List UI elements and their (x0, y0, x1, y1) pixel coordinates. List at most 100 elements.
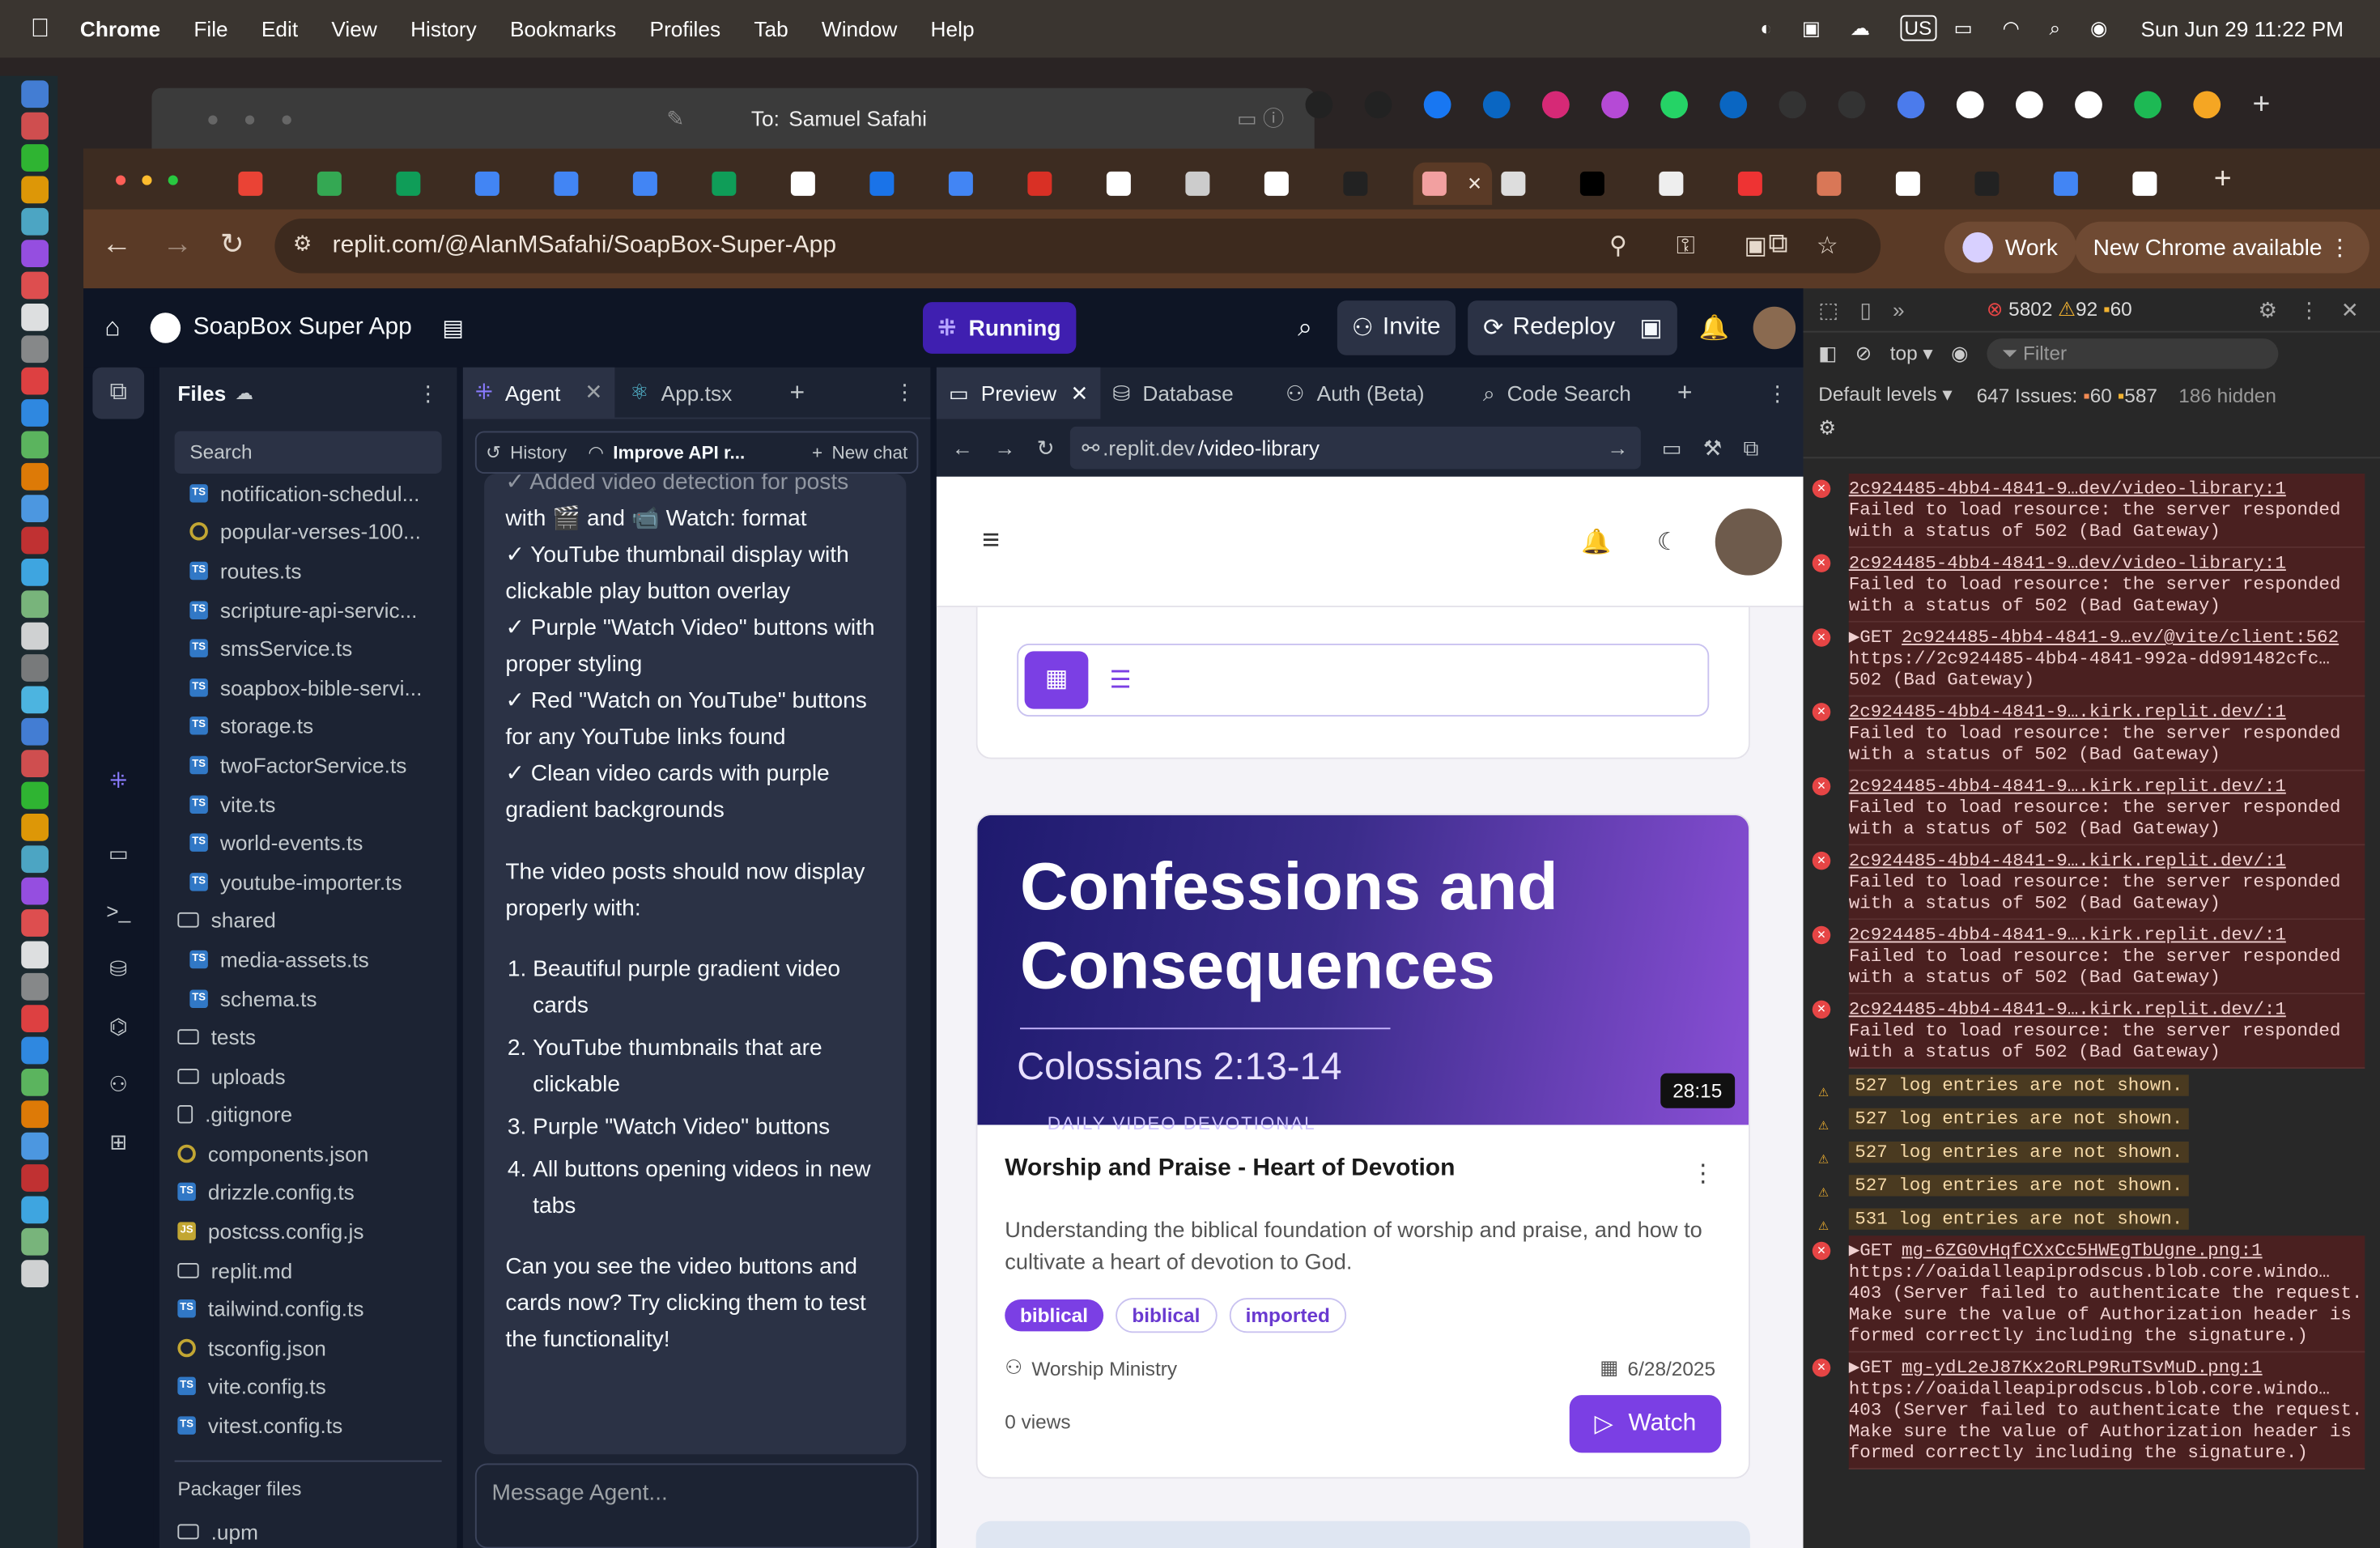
files-tool-icon[interactable]: ⧉ (92, 367, 145, 419)
inspect-icon[interactable]: ⬚ (1818, 297, 1838, 323)
avatar[interactable] (1753, 306, 1796, 350)
browser-tab[interactable] (228, 163, 308, 206)
browser-tab[interactable] (1649, 163, 1728, 206)
console-error[interactable]: ✕ 2c924485-4bb4-4841-9….kirk.replit.dev/:… (1812, 845, 2365, 921)
chrome-update-button[interactable]: New Chrome available ⋮ (2075, 221, 2369, 274)
clear-console-icon[interactable]: ⊘ (1855, 341, 1872, 365)
menu-item[interactable]: View (331, 17, 376, 41)
video-title[interactable]: Worship and Praise - Heart of Devotion (1005, 1155, 1455, 1183)
dock-app-icon[interactable] (21, 1132, 49, 1160)
bg-tab-icon[interactable] (1305, 91, 1333, 119)
dock-app-icon[interactable] (21, 877, 49, 905)
menu-item[interactable]: Tab (754, 17, 788, 41)
file-row[interactable]: replit.md (159, 1251, 457, 1290)
browser-tab[interactable] (939, 163, 1018, 206)
source-link[interactable]: mg-6ZG0vHqfCXxCc5HWEgTbUgne.png:1 (1902, 1240, 2263, 1261)
dock-app-icon[interactable] (21, 240, 49, 267)
dock-app-icon[interactable] (21, 1100, 49, 1129)
dock-app-icon[interactable] (21, 1196, 49, 1224)
file-row[interactable]: tests (159, 1018, 457, 1057)
agent-tool-icon[interactable]: ⁜ (104, 768, 132, 796)
dock-app-icon[interactable] (21, 367, 49, 395)
new-tab-button[interactable]: + (2214, 162, 2232, 197)
bg-tab-icon[interactable] (2016, 91, 2043, 119)
console-error[interactable]: ✕ 2c924485-4bb4-4841-9….kirk.replit.dev/:… (1812, 771, 2365, 846)
new-tab-icon[interactable]: + (2253, 87, 2271, 122)
browser-tab[interactable] (2123, 163, 2202, 206)
menu-item[interactable]: File (193, 17, 227, 41)
tab-preview[interactable]: ▭ Preview ✕ (936, 367, 1101, 419)
profile-button[interactable]: Work (1944, 221, 2076, 274)
preview-url[interactable]: ⚯ .replit.dev /video-library → (1069, 426, 1641, 470)
console-error[interactable]: ✕ ▶GET mg-ydL2eJ87Kx2oRLP9RuTSvMuD.png:1 ht… (1812, 1352, 2365, 1469)
shell-tool-icon[interactable]: >_ (104, 899, 132, 926)
home-icon[interactable]: ⌂ (104, 313, 120, 343)
browser-tab[interactable] (1333, 163, 1413, 206)
browser-tab[interactable] (1491, 163, 1570, 206)
bg-tab-icon[interactable] (1423, 91, 1451, 119)
browser-tab[interactable] (1175, 163, 1255, 206)
file-row[interactable]: TS scripture-api-servic... (159, 590, 457, 629)
auth-tool-icon[interactable]: ⚇ (104, 1072, 132, 1099)
invite-button[interactable]: ⚇ Invite (1336, 300, 1456, 355)
app-menu-icon[interactable]: ▤ (442, 314, 464, 342)
browser-tab[interactable] (1807, 163, 1886, 206)
dock-app-icon[interactable] (21, 271, 49, 300)
menu-item[interactable]: Edit (261, 17, 298, 41)
deploy-tool-icon[interactable]: ⌬ (104, 1014, 132, 1042)
bg-tab-icon[interactable] (1364, 91, 1392, 119)
next-video-card[interactable] (975, 1520, 1750, 1548)
browser-tab[interactable] (702, 163, 781, 206)
error-count-badge[interactable]: ⊗ 5802 ⚠92 ▪60 (1987, 298, 2132, 322)
add-tab-icon[interactable]: + (789, 377, 805, 408)
context-select[interactable]: top ▾ (1890, 341, 1933, 365)
back-icon[interactable]: ← (952, 436, 973, 460)
dock-app-icon[interactable] (21, 654, 49, 682)
dock-app-icon[interactable] (21, 304, 49, 331)
go-icon[interactable]: → (1607, 436, 1628, 460)
back-button[interactable]: ← (102, 228, 133, 262)
bg-tab-icon[interactable] (1660, 91, 1688, 119)
browser-tab[interactable] (308, 163, 387, 206)
bg-tab-icon[interactable] (1779, 91, 1807, 119)
file-row[interactable]: components.json (159, 1134, 457, 1173)
browser-tab[interactable] (1255, 163, 1334, 206)
console-error[interactable]: ✕ ▶GET 2c924485-4bb4-4841-9…ev/@vite/clien… (1812, 622, 2365, 697)
menu-item[interactable]: Bookmarks (510, 17, 616, 41)
new-chat-button[interactable]: New chat (831, 442, 907, 463)
dock-app-icon[interactable] (21, 526, 49, 555)
kebab-icon[interactable]: ⋮ (2298, 297, 2319, 323)
browser-tab[interactable] (1728, 163, 1808, 206)
file-row[interactable]: TS smsService.ts (159, 629, 457, 668)
dock-app-icon[interactable] (21, 781, 49, 810)
omnibox-url[interactable]: replit.com/@AlanMSafahi/SoapBox-Super-Ap… (333, 232, 836, 260)
dock-app-icon[interactable] (21, 559, 49, 586)
close-icon[interactable]: ✕ (2341, 297, 2359, 323)
bg-tab-icon[interactable] (2075, 91, 2102, 119)
bg-tab-icon[interactable] (1956, 91, 1984, 119)
dock-app-icon[interactable] (21, 1036, 49, 1065)
close-icon[interactable]: ✕ (1070, 381, 1088, 406)
file-row[interactable]: TS vite.config.ts (159, 1367, 457, 1406)
browser-tab[interactable]: ✕ (1412, 162, 1492, 206)
database-tool-icon[interactable]: ⛁ (104, 956, 132, 984)
console-error[interactable]: ✕ 2c924485-4bb4-4841-9….kirk.replit.dev/:… (1812, 920, 2365, 995)
browser-tab[interactable] (781, 163, 861, 206)
dock-app-icon[interactable] (21, 335, 49, 364)
source-link[interactable]: mg-ydL2eJ87Kx2oRLP9RuTSvMuD.png:1 (1902, 1357, 2263, 1378)
app-name[interactable]: SoapBox Super App (193, 314, 412, 342)
bg-tab-icon[interactable] (2193, 91, 2221, 119)
console-error[interactable]: ✕ 2c924485-4bb4-4841-9….kirk.replit.dev/:… (1812, 696, 2365, 772)
browser-tab[interactable] (386, 163, 465, 206)
omnibox-actions-icon[interactable]: ⚲ ⚿ ▣ ☆ (1609, 231, 1859, 262)
file-row[interactable]: TS world-events.ts (159, 823, 457, 862)
file-row[interactable]: TS vitest.config.ts (159, 1406, 457, 1445)
preview-menu-icon[interactable]: ⋮ (1767, 381, 1788, 406)
menu-item[interactable]: History (410, 17, 477, 41)
dock-app-icon[interactable] (21, 941, 49, 969)
dock-app-icon[interactable] (21, 207, 49, 236)
tab-database[interactable]: ⛁ Database (1100, 381, 1273, 406)
file-row[interactable]: tsconfig.json (159, 1329, 457, 1367)
console-error[interactable]: ✕ ▶GET mg-6ZG0vHqfCXxCc5HWEgTbUgne.png:1 ht… (1812, 1235, 2365, 1353)
bg-tab-icon[interactable] (1601, 91, 1629, 119)
